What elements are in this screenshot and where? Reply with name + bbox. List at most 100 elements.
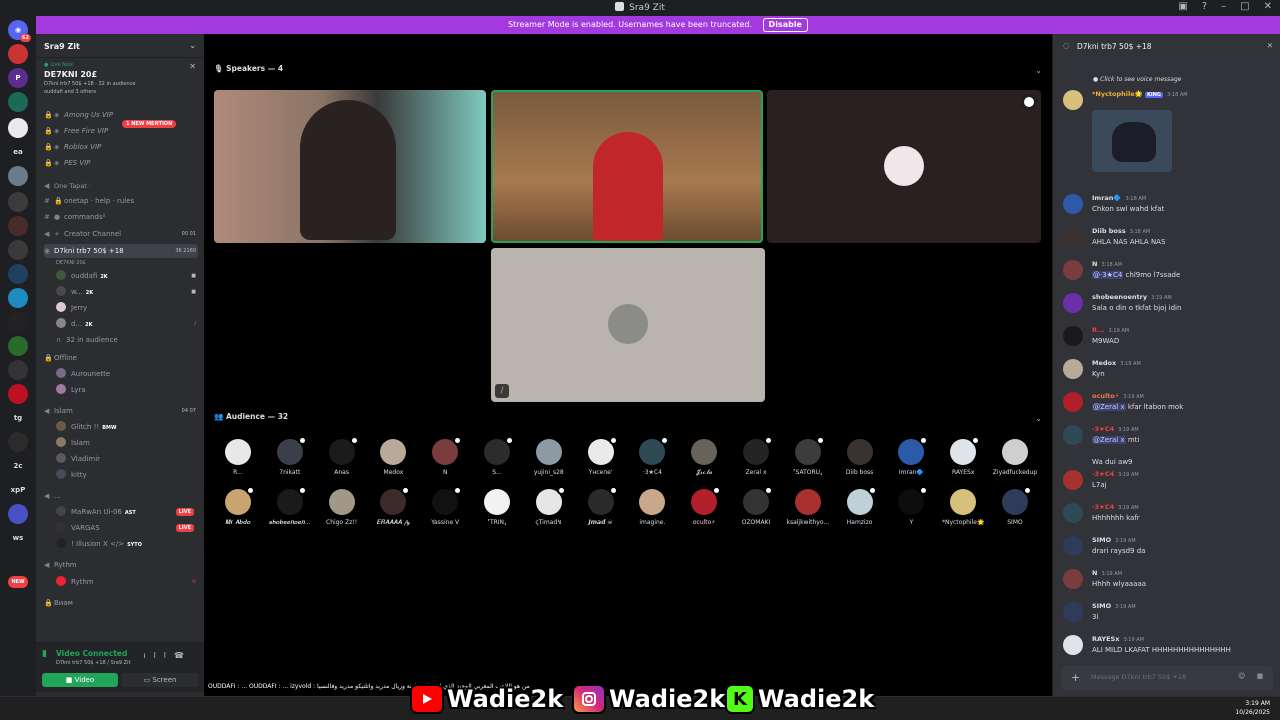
minimize-button[interactable]: – <box>1221 1 1226 12</box>
voice-user[interactable]: kitty <box>56 468 198 482</box>
close-icon[interactable]: ✕ <box>1267 41 1273 50</box>
server-icon[interactable] <box>8 504 28 524</box>
voice-user[interactable]: d... 2K ⧸ <box>56 317 198 331</box>
voice-user[interactable]: Jerry <box>56 301 198 315</box>
audience-member[interactable]: Imran🔷 <box>885 436 937 476</box>
audience-member[interactable]: ·3★C4 <box>626 436 678 476</box>
server-icon[interactable] <box>8 288 28 308</box>
speaker-avatar-tile[interactable]: ⧸ <box>491 248 765 402</box>
chat-input[interactable]: + Message D7kni trb7 50$ +18 ☺ ▦ <box>1061 666 1273 690</box>
audience-member[interactable]: imagine. <box>626 489 678 526</box>
audience-member[interactable]: 7nikatt <box>264 436 316 476</box>
audience-member[interactable]: S... <box>471 436 523 476</box>
chevron-down-icon[interactable]: ⌄ <box>1035 66 1042 75</box>
channel-row[interactable]: 🔒◈ PES VIP <box>44 156 198 170</box>
category-bwam[interactable]: 🔒Виам <box>44 596 198 610</box>
channel-islam[interactable]: ◀ Islam 04 07 <box>44 404 198 418</box>
audience-member[interactable]: ksaljkwithyo... <box>782 489 834 526</box>
plus-icon[interactable]: + <box>1071 671 1080 684</box>
server-icon[interactable] <box>8 264 28 284</box>
server-icon[interactable] <box>8 44 28 64</box>
audience-member[interactable]: ⸢SATORU⸥ <box>782 436 834 476</box>
user-mention[interactable]: @·3★C4 <box>1092 271 1124 279</box>
audience-member[interactable]: ҁTimaḋ↯ <box>523 486 575 526</box>
server-ws[interactable]: ws <box>8 528 28 548</box>
video-button[interactable]: ■ Video <box>42 673 118 687</box>
voice-user[interactable]: MaRwAn Ui-06 AST LIVE <box>56 505 198 519</box>
channel-row[interactable]: 🔒◈ Roblox VIP <box>44 140 198 154</box>
server-icon[interactable] <box>8 384 28 404</box>
server-icon[interactable] <box>8 312 28 332</box>
channel-onetap[interactable]: # 🔒onetap · help · rules <box>44 194 198 208</box>
audience-member[interactable]: ⸢TRIN⸥ <box>471 489 523 526</box>
audience-member[interactable]: Zeral x <box>730 436 782 476</box>
audience-member[interactable]: RAYESx <box>937 436 989 476</box>
voice-user[interactable]: Glitch !! BMW <box>56 420 198 434</box>
voice-user[interactable]: Vladimir <box>56 452 198 466</box>
speaker-video-tile-active[interactable] <box>491 90 763 243</box>
audience-member[interactable]: Hamzizo <box>834 486 886 526</box>
chevron-down-icon[interactable]: ⌄ <box>189 41 196 50</box>
channel-row[interactable]: 🔒◈ Free Fire VIP <box>44 124 198 138</box>
chevron-down-icon[interactable]: ⌄ <box>1035 414 1042 423</box>
voice-user[interactable]: Rythm ⟲ <box>56 575 198 589</box>
server-icon[interactable] <box>8 240 28 260</box>
voice-user[interactable]: Lyra <box>56 383 198 397</box>
audience-member[interactable]: 𝒔𝒉𝒐𝒃𝒆𝒆𝒏𝒐𝒆𝒏... <box>264 486 316 527</box>
audience-member[interactable]: R... <box>212 439 264 476</box>
server-ea[interactable]: ea <box>8 142 28 162</box>
noise-suppression-icon[interactable]: ıll <box>143 651 174 660</box>
server-tg[interactable]: tg <box>8 408 28 428</box>
audience-member[interactable]: Anas <box>316 436 368 476</box>
audience-member[interactable]: OZOMAKI <box>730 486 782 526</box>
audience-member[interactable]: SIMO <box>989 486 1041 526</box>
server-icon[interactable]: P <box>8 68 28 88</box>
server-icon[interactable] <box>8 216 28 236</box>
close-button[interactable]: ✕ <box>1264 1 1272 12</box>
creator-channel[interactable]: ◀ + Creator Channel 00 01 <box>44 227 198 241</box>
voice-message-hint[interactable]: ● Click to see voice message <box>1093 76 1181 83</box>
server-icon[interactable] <box>8 336 28 356</box>
audience-member[interactable]: *Nyctophile🌟 <box>937 489 989 526</box>
maximize-button[interactable]: □ <box>1240 1 1249 12</box>
channel-offline[interactable]: 🔒Offline <box>44 351 198 365</box>
speaker-video-tile[interactable] <box>214 90 486 243</box>
server-xpp[interactable]: xpP <box>8 480 28 500</box>
voice-user[interactable]: VARGAS LIVE <box>56 521 198 535</box>
help-icon[interactable]: ? <box>1202 1 1207 12</box>
live-now-panel[interactable]: Live Now DE7KNI 20£ D7kni trb7 50$ +18 ·… <box>36 58 204 95</box>
image-attachment[interactable] <box>1092 110 1172 172</box>
category-onetap[interactable]: ◀ One Tapat · <box>44 179 198 193</box>
channel-row[interactable]: 🔒◈ Among Us VIP <box>44 108 198 122</box>
voice-user[interactable]: ! Illusion X </> SYTO <box>56 537 198 551</box>
speaker-avatar-tile[interactable] <box>767 90 1041 243</box>
user-mention[interactable]: @Zeral x <box>1092 403 1126 411</box>
server-icon[interactable] <box>8 166 28 186</box>
audience-member[interactable]: 𝑴𝒓 𝑨𝒃𝒅𝒐 <box>212 486 264 527</box>
server-icon[interactable] <box>8 360 28 380</box>
audience-member[interactable]: 𝓙𝓻𝓲.𝓽𝓪 <box>678 439 730 477</box>
screen-button[interactable]: ▭ Screen <box>122 673 198 687</box>
audience-member[interactable]: yujini_s28 <box>523 439 575 476</box>
apps-icon[interactable]: ▦ <box>1257 672 1263 680</box>
server-2c[interactable]: 2c <box>8 456 28 476</box>
server-icon[interactable] <box>8 552 28 572</box>
close-icon[interactable]: ✕ <box>189 62 196 71</box>
category-rythm[interactable]: ◀ Rythm <box>44 558 198 572</box>
voice-user[interactable]: ouddafi 2K ■ <box>56 269 198 283</box>
audience-member[interactable]: Chigo Zz!! <box>316 489 368 526</box>
server-icon[interactable] <box>8 192 28 212</box>
server-icon[interactable] <box>8 432 28 452</box>
voice-user[interactable]: w... 2K ■ <box>56 285 198 299</box>
channel-commands[interactable]: # ● commands² <box>44 210 198 224</box>
audience-member[interactable]: Medox <box>367 439 419 476</box>
inbox-icon[interactable]: ▣ <box>1178 1 1187 12</box>
audience-member[interactable]: Yassine V <box>419 486 471 526</box>
home-button[interactable]: ◉ 62 <box>8 20 31 42</box>
audience-member[interactable]: Ziyadfuckedup <box>989 439 1041 476</box>
voice-user[interactable]: Islam <box>56 436 198 450</box>
disable-button[interactable]: Disable <box>762 18 808 32</box>
audience-member[interactable]: Diib boss <box>834 439 886 476</box>
audience-member[interactable]: Үнсепе' <box>575 436 627 476</box>
server-header[interactable]: Sra9 Zit ⌄ <box>36 34 204 58</box>
